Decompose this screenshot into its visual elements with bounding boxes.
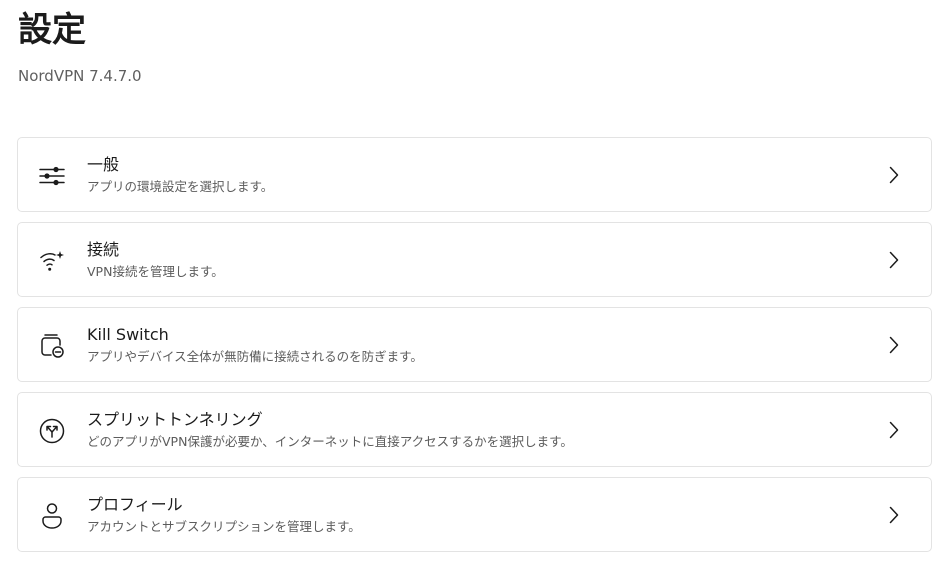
settings-item-description: どのアプリがVPN保護が必要か、インターネットに直接アクセスするかを選択します。 [87,434,573,449]
settings-item-title: プロフィール [87,495,183,514]
settings-item-title: 一般 [87,155,120,174]
settings-item-general[interactable]: 一般 アプリの環境設定を選択します。 [17,137,932,212]
settings-item-description: アプリの環境設定を選択します。 [87,179,274,194]
settings-item-connection[interactable]: 接続 VPN接続を管理します。 [17,222,932,297]
settings-item-title: Kill Switch [87,325,169,344]
chevron-right-icon [887,335,901,355]
page-title: 設定 [18,10,86,50]
settings-item-profile[interactable]: プロフィール アカウントとサブスクリプションを管理します。 [17,477,932,552]
chevron-right-icon [887,165,901,185]
settings-item-kill-switch[interactable]: Kill Switch アプリやデバイス全体が無防備に接続されるのを防ぎます。 [17,307,932,382]
chevron-right-icon [887,250,901,270]
settings-item-title: スプリットトンネリング [87,410,263,429]
settings-item-title: 接続 [87,240,120,259]
user-icon [38,502,66,530]
app-version: NordVPN 7.4.7.0 [18,67,142,85]
chevron-right-icon [887,505,901,525]
settings-list: 一般 アプリの環境設定を選択します。 接続 VPN接続を管理します。 Kill … [17,137,932,562]
settings-item-description: アカウントとサブスクリプションを管理します。 [87,519,361,534]
sliders-icon [38,162,66,190]
split-arrows-icon [38,417,66,445]
settings-item-description: アプリやデバイス全体が無防備に接続されるのを防ぎます。 [87,349,423,364]
chevron-right-icon [887,420,901,440]
settings-item-description: VPN接続を管理します。 [87,264,224,279]
kill-switch-icon [38,332,66,360]
settings-item-split-tunneling[interactable]: スプリットトンネリング どのアプリがVPN保護が必要か、インターネットに直接アク… [17,392,932,467]
wifi-sparkle-icon [38,247,66,275]
